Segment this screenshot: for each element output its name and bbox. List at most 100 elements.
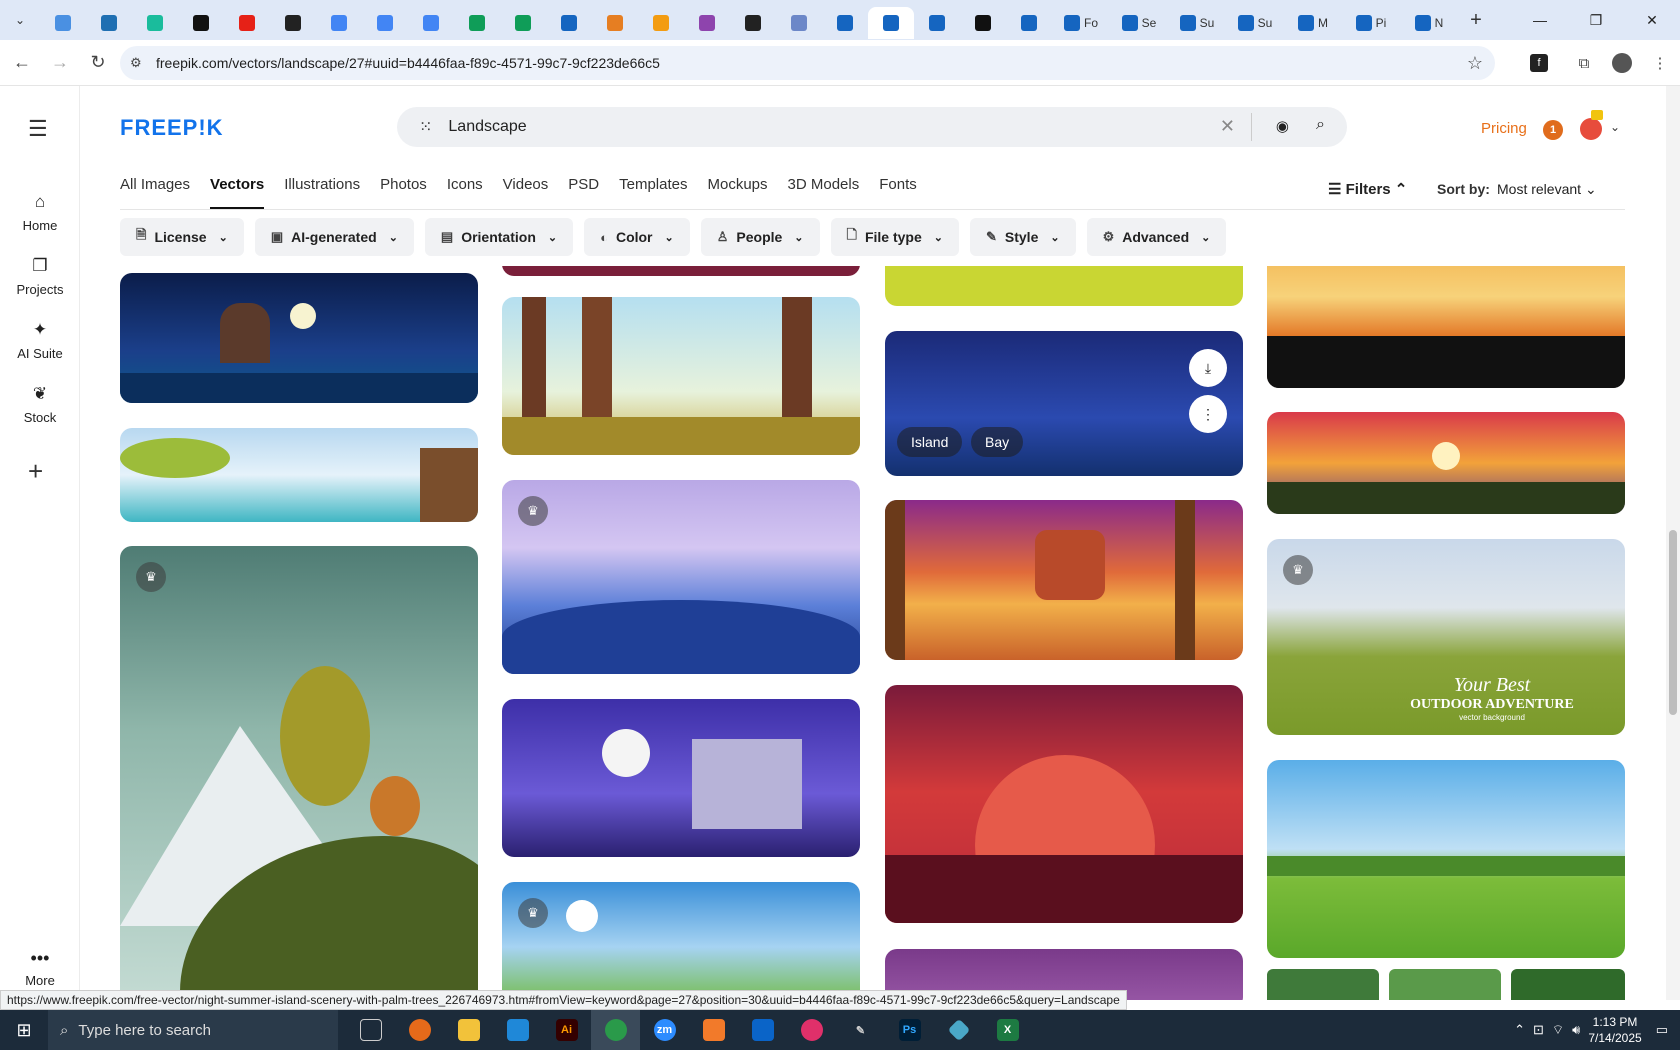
reload-icon[interactable]: ↻ — [82, 47, 114, 79]
chevron-down-icon[interactable]: ⌄ — [1610, 120, 1620, 134]
browser-tab[interactable]: M — [1284, 7, 1342, 39]
browser-tab[interactable] — [500, 7, 546, 39]
windows-start-icon[interactable]: ⊞ — [0, 1010, 48, 1050]
tab-search-button[interactable]: ⌄ — [0, 0, 40, 40]
browser-tab[interactable] — [132, 7, 178, 39]
browser-tab[interactable] — [224, 7, 270, 39]
image-card[interactable] — [1267, 412, 1625, 514]
browser-tab[interactable] — [270, 7, 316, 39]
back-icon[interactable]: ← — [6, 47, 38, 79]
category-tab[interactable]: 3D Models — [788, 176, 860, 210]
filter-chip[interactable]: 🗎 License ⌄ — [120, 218, 244, 256]
extensions-puzzle-icon[interactable]: ⧉ — [1566, 47, 1602, 79]
user-avatar[interactable] — [1580, 118, 1602, 140]
image-card[interactable] — [1389, 969, 1501, 1000]
image-card[interactable] — [120, 428, 478, 522]
image-card[interactable] — [120, 273, 478, 403]
filter-chip[interactable]: ◐ Color ⌄ — [584, 218, 690, 256]
category-tab[interactable]: Vectors — [210, 176, 265, 210]
search-bar[interactable]: ⁙ Landscape ✕ ◉ ⌕ — [397, 107, 1347, 147]
rail-item-ai-suite[interactable]: ✦ AI Suite — [0, 320, 80, 361]
search-icon[interactable]: ⌕ — [1316, 116, 1325, 134]
image-card[interactable] — [1511, 969, 1625, 1000]
image-card[interactable]: ♛ Your Best OUTDOOR ADVENTURE vector bac… — [1267, 539, 1625, 735]
browser-menu-icon[interactable]: ⋮ — [1642, 47, 1678, 79]
browser-tab[interactable] — [316, 7, 362, 39]
zoom-icon[interactable]: zm — [640, 1010, 689, 1050]
image-card[interactable] — [502, 266, 860, 276]
image-card[interactable] — [502, 297, 860, 455]
browser-tab[interactable] — [546, 7, 592, 39]
minimize-icon[interactable]: — — [1512, 0, 1568, 40]
rail-item-home[interactable]: ⌂ Home — [0, 192, 80, 233]
browser-tab[interactable] — [730, 7, 776, 39]
bookmark-star-icon[interactable]: ☆ — [1467, 53, 1483, 74]
browser-tab[interactable] — [408, 7, 454, 39]
search-input[interactable]: Landscape — [448, 118, 526, 136]
notifications-icon[interactable]: ▭ — [1656, 1022, 1668, 1038]
url-text[interactable]: freepik.com/vectors/landscape/27#uuid=b4… — [156, 55, 660, 71]
wifi-icon[interactable]: ⌔ — [1552, 1022, 1564, 1038]
image-card-hovered[interactable]: ⤓ ⋮ Island Bay — [885, 331, 1243, 476]
network-icon[interactable]: ⊡ — [1533, 1022, 1544, 1038]
filters-toggle[interactable]: ☰ Filters ⌃ — [1328, 180, 1407, 198]
category-tab[interactable]: Photos — [380, 176, 427, 210]
browser-tab[interactable] — [178, 7, 224, 39]
browser-tab[interactable] — [40, 7, 86, 39]
category-tab[interactable]: Videos — [503, 176, 549, 210]
rail-item-projects[interactable]: ❐ Projects — [0, 256, 80, 297]
firefox-icon[interactable] — [395, 1010, 444, 1050]
tag-pill[interactable]: Bay — [971, 427, 1024, 457]
pen-tool-icon[interactable]: ✎ — [836, 1010, 885, 1050]
forward-icon[interactable]: → — [44, 47, 76, 79]
extension-f-icon[interactable]: f — [1530, 54, 1548, 72]
image-card[interactable] — [502, 699, 860, 857]
browser-tab[interactable] — [362, 7, 408, 39]
download-icon[interactable]: ⤓ — [1189, 349, 1227, 387]
image-card[interactable] — [885, 685, 1243, 923]
filter-chip[interactable]: ♙ People ⌄ — [700, 218, 820, 256]
tray-chevron-up-icon[interactable]: ⌃ — [1514, 1022, 1525, 1038]
notification-badge[interactable]: 1 — [1543, 120, 1563, 140]
taskbar-clock[interactable]: 1:13 PM 7/14/2025 — [1588, 1014, 1641, 1046]
browser-tab[interactable] — [86, 7, 132, 39]
freepik-logo[interactable]: FREEP!K — [120, 115, 224, 141]
browser-tab[interactable] — [1006, 7, 1052, 39]
file-explorer-icon[interactable] — [444, 1010, 493, 1050]
image-card[interactable] — [885, 500, 1243, 660]
clear-search-icon[interactable]: ✕ — [1220, 116, 1235, 137]
taskbar-search[interactable]: ⌕ Type here to search — [48, 1010, 338, 1050]
image-card[interactable] — [885, 266, 1243, 306]
app-diamond-icon[interactable] — [934, 1010, 983, 1050]
image-card[interactable] — [1267, 969, 1379, 1000]
image-card[interactable]: ♛ — [502, 480, 860, 674]
hamburger-menu-icon[interactable]: ☰ — [28, 116, 48, 142]
excel-icon[interactable]: X — [983, 1010, 1032, 1050]
image-card[interactable] — [1267, 760, 1625, 958]
category-tab[interactable]: All Images — [120, 176, 190, 210]
browser-tab[interactable] — [592, 7, 638, 39]
xampp-icon[interactable] — [689, 1010, 738, 1050]
outlook-icon[interactable] — [738, 1010, 787, 1050]
address-bar[interactable]: ⚙ freepik.com/vectors/landscape/27#uuid=… — [120, 46, 1495, 80]
browser-tab[interactable] — [960, 7, 1006, 39]
browser-tab[interactable]: N — [1400, 7, 1458, 39]
more-options-icon[interactable]: ⋮ — [1189, 395, 1227, 433]
image-card[interactable] — [1267, 266, 1625, 388]
category-tab[interactable]: Illustrations — [284, 176, 360, 210]
task-view-icon[interactable] — [346, 1010, 395, 1050]
new-tab-button[interactable]: + — [1458, 4, 1494, 36]
filter-chip[interactable]: ▣ AI-generated ⌄ — [254, 218, 414, 256]
search-type-icon[interactable]: ⁙ — [419, 117, 432, 137]
browser-tab[interactable]: Fo — [1052, 7, 1110, 39]
browser-tab[interactable] — [684, 7, 730, 39]
browser-tab[interactable] — [776, 7, 822, 39]
category-tab[interactable]: Mockups — [707, 176, 767, 210]
browser-tab[interactable] — [914, 7, 960, 39]
image-card[interactable]: ♛ — [502, 882, 860, 1000]
filter-chip[interactable]: ▤ Orientation ⌄ — [424, 218, 574, 256]
browser-tab[interactable] — [454, 7, 500, 39]
creative-cloud-icon[interactable] — [787, 1010, 836, 1050]
rail-item-stock[interactable]: ❦ Stock — [0, 384, 80, 425]
sort-dropdown[interactable]: Most relevant ⌄ — [1497, 181, 1597, 198]
